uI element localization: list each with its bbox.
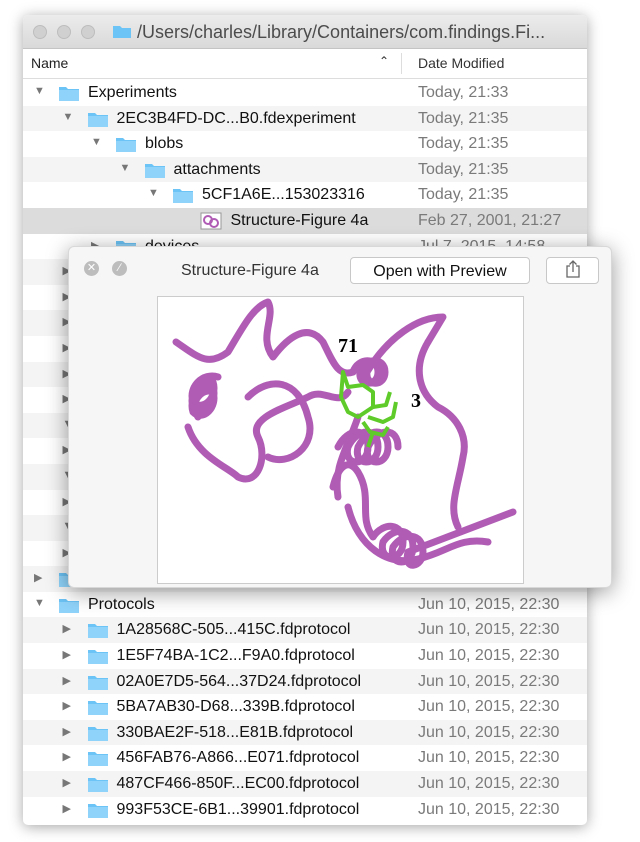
file-name: Experiments (88, 84, 177, 101)
folder-icon (87, 803, 108, 818)
date-modified: Jun 10, 2015, 22:30 (418, 621, 560, 639)
list-item[interactable]: ▶ 5BA7AB30-D68...339B.fdprotocol Jun 10, 2… (23, 694, 587, 720)
list-item[interactable]: ▼ attachments Today, 21:35 (23, 156, 587, 183)
disclosure-collapsed-icon[interactable]: ▶ (63, 750, 71, 763)
share-icon (565, 260, 580, 278)
date-modified: Feb 27, 2001, 21:27 (418, 211, 562, 229)
disclosure-expanded-icon[interactable]: ▼ (63, 111, 74, 123)
disclosure-collapsed-icon[interactable]: ▶ (34, 571, 42, 584)
folder-icon (87, 701, 108, 716)
file-name: 993F53CE-6B1...39901.fdprotocol (116, 800, 360, 818)
folder-icon (87, 778, 108, 793)
list-item[interactable]: ▶ 02A0E7D5-564...37D24.fdprotocol Jun 10, … (23, 668, 587, 695)
date-modified: Today, 21:35 (418, 135, 509, 153)
folder-icon (173, 189, 193, 204)
folder-icon (87, 675, 108, 690)
disclosure-expanded-icon[interactable]: ▼ (148, 187, 159, 199)
file-name: 1A28568C-505...415C.fdprotocol (116, 621, 351, 639)
column-header: Name ⌃ Date Modified (23, 49, 587, 79)
disclosure-expanded-icon[interactable]: ▼ (91, 136, 102, 148)
list-item[interactable]: ▶ 456FAB76-A866...E071.fdprotocol Jun 10, … (23, 745, 587, 771)
chevron-up-icon[interactable]: ⌃ (379, 54, 389, 68)
file-name: Structure-Figure 4a (230, 211, 369, 229)
minimize-window-button[interactable] (57, 25, 71, 39)
column-date-modified[interactable]: Date Modified (418, 55, 504, 71)
disclosure-expanded-icon[interactable]: ▼ (34, 85, 45, 97)
image-label-3: 3 (411, 390, 421, 412)
window-title: /Users/charles/Library/Containers/com.fi… (137, 22, 546, 42)
column-divider[interactable] (401, 53, 402, 74)
date-modified: Jun 10, 2015, 22:30 (418, 749, 560, 767)
folder-icon (144, 163, 165, 178)
folder-icon (87, 650, 108, 665)
file-name: 5CF1A6E...153023316 (202, 186, 365, 204)
list-item[interactable]: ▼ 2EC3B4FD-DC...B0.fdexperiment Today, 21:… (23, 105, 587, 132)
date-modified: Today, 21:35 (418, 109, 509, 127)
file-name: blobs (145, 135, 184, 153)
share-button[interactable] (546, 257, 599, 284)
date-modified: Jun 10, 2015, 22:30 (418, 595, 560, 613)
folder-icon (59, 598, 79, 613)
file-name: 487CF466-850F...EC00.fdprotocol (116, 775, 360, 793)
date-modified: Jun 10, 2015, 22:30 (418, 723, 560, 741)
folder-icon (113, 26, 131, 38)
list-item[interactable]: ▶ 1E5F74BA-1C2...F9A0.fdprotocol Jun 10, 2… (23, 643, 587, 669)
close-icon[interactable]: ✕ (84, 261, 99, 276)
date-modified: Jun 10, 2015, 22:30 (418, 647, 560, 665)
disclosure-collapsed-icon[interactable]: ▶ (63, 802, 71, 815)
file-name: attachments (173, 160, 261, 178)
folder-icon (87, 624, 108, 639)
fullscreen-icon[interactable]: ∕ (112, 261, 127, 276)
image-label-71: 71 (338, 335, 358, 357)
list-item[interactable]: ▶ 993F53CE-6B1...39901.fdprotocol Jun 10, … (23, 797, 587, 823)
list-item[interactable]: ▶ 330BAE2F-518...E81B.fdprotocol Jun 10, 2… (23, 719, 587, 746)
folder-icon (87, 752, 108, 767)
file-name: 456FAB76-A866...E071.fdprotocol (116, 749, 360, 767)
quick-look-title: Structure-Figure 4a (181, 262, 319, 279)
file-name: 330BAE2F-518...E81B.fdprotocol (116, 723, 354, 741)
disclosure-collapsed-icon[interactable]: ▶ (63, 674, 71, 687)
zoom-window-button[interactable] (81, 25, 95, 39)
list-item[interactable]: ▼ Protocols Jun 10, 2015, 22:30 (23, 592, 587, 618)
date-modified: Jun 10, 2015, 22:30 (418, 800, 560, 818)
image-file-icon (200, 212, 221, 230)
close-window-button[interactable] (33, 25, 47, 39)
quick-look-panel: ✕ ∕ Structure-Figure 4a Open with Previe… (68, 246, 612, 588)
disclosure-expanded-icon[interactable]: ▼ (120, 162, 131, 174)
file-name: Protocols (88, 595, 155, 613)
disclosure-collapsed-icon[interactable]: ▶ (63, 776, 71, 789)
protein-structure-image: 71 3 (172, 298, 517, 569)
folder-icon (87, 112, 108, 127)
list-item[interactable]: Structure-Figure 4a Feb 27, 2001, 21:27 (23, 207, 587, 234)
file-name: 1E5F74BA-1C2...F9A0.fdprotocol (116, 647, 355, 665)
list-item[interactable]: ▶ 487CF466-850F...EC00.fdprotocol Jun 10, … (23, 771, 587, 797)
date-modified: Today, 21:33 (418, 84, 509, 101)
image-preview: 71 3 (157, 296, 524, 584)
disclosure-collapsed-icon[interactable]: ▶ (63, 648, 71, 661)
file-name: 2EC3B4FD-DC...B0.fdexperiment (116, 109, 356, 127)
disclosure-collapsed-icon[interactable]: ▶ (63, 699, 71, 712)
folder-icon (87, 726, 108, 741)
date-modified: Jun 10, 2015, 22:30 (418, 775, 560, 793)
title-bar: /Users/charles/Library/Containers/com.fi… (23, 15, 587, 49)
list-item[interactable]: ▼ 5CF1A6E...153023316 Today, 21:35 (23, 182, 587, 208)
list-item[interactable]: ▶ 1A28568C-505...415C.fdprotocol Jun 10, 2… (23, 617, 587, 644)
date-modified: Today, 21:35 (418, 186, 509, 204)
open-with-preview-button[interactable]: Open with Preview (350, 257, 530, 284)
file-name: 5BA7AB30-D68...339B.fdprotocol (116, 698, 355, 716)
folder-icon (59, 87, 79, 101)
list-item[interactable]: ▼ Experiments Today, 21:33 (23, 80, 587, 106)
date-modified: Jun 10, 2015, 22:30 (418, 698, 560, 716)
date-modified: Jun 10, 2015, 22:30 (418, 672, 560, 690)
disclosure-collapsed-icon[interactable]: ▶ (63, 725, 71, 738)
disclosure-expanded-icon[interactable]: ▼ (34, 597, 45, 609)
date-modified: Today, 21:35 (418, 160, 509, 178)
file-name: 02A0E7D5-564...37D24.fdprotocol (116, 672, 362, 690)
list-item[interactable]: ▼ blobs Today, 21:35 (23, 131, 587, 157)
folder-icon (116, 138, 136, 153)
disclosure-collapsed-icon[interactable]: ▶ (63, 622, 71, 635)
column-name[interactable]: Name (31, 55, 68, 71)
